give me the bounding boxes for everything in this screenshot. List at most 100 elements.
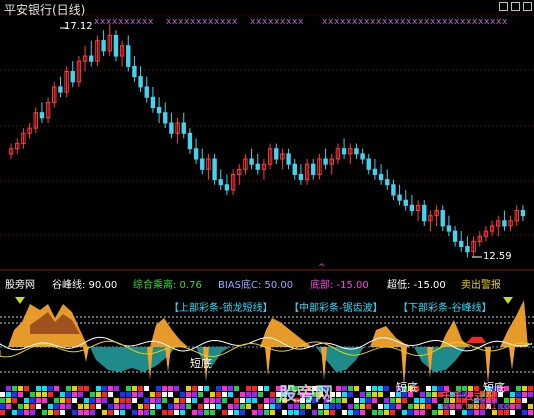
color-bar-cell	[174, 386, 179, 391]
color-bar-cell	[102, 410, 107, 415]
color-bar-cell	[252, 398, 257, 403]
color-bar-cell	[264, 386, 269, 391]
color-bar-cell	[180, 404, 185, 409]
color-bar-cell	[252, 386, 257, 391]
color-bar-cell	[174, 410, 179, 415]
color-bar-cell	[408, 410, 413, 415]
candle-body	[354, 148, 359, 155]
color-bar-cell	[264, 410, 269, 415]
color-bar-cell	[204, 386, 209, 391]
watermark-url: www.tdx001.com	[441, 402, 519, 412]
color-bar-cell	[48, 404, 53, 409]
color-bar-cell	[210, 410, 215, 415]
indicator-label-oversold: 超低: -15.00	[387, 280, 446, 291]
color-bar-cell	[60, 410, 65, 415]
color-bar-cell	[426, 386, 431, 391]
color-bar-cell	[378, 392, 383, 397]
indicator-label-deviation: 综合乘离: 0.76	[133, 280, 202, 291]
color-bar-cell	[420, 398, 425, 403]
color-bar-cell	[234, 398, 239, 403]
green-triangle	[15, 297, 25, 304]
color-bar-cell	[216, 404, 221, 409]
color-bar-cell	[192, 410, 197, 415]
color-bar-cell	[216, 392, 221, 397]
orange-area	[260, 318, 312, 347]
color-bar-cell	[132, 392, 137, 397]
color-bar-cell	[360, 398, 365, 403]
color-bar-cell	[96, 392, 101, 397]
minimize-icon[interactable]	[511, 2, 520, 11]
color-bar-cell	[48, 386, 53, 391]
color-bar-cell	[162, 386, 167, 391]
color-bar-cell	[216, 398, 221, 403]
color-bar-cell	[102, 392, 107, 397]
color-bar-cell	[24, 386, 29, 391]
color-bar-cell	[126, 398, 131, 403]
color-bar-cell	[252, 392, 257, 397]
color-bar-cell	[366, 386, 371, 391]
color-bar-cell	[168, 386, 173, 391]
color-bar-cell	[372, 392, 377, 397]
color-bar-cell	[378, 386, 383, 391]
color-bar-cell	[12, 410, 17, 415]
color-bar-cell	[144, 386, 149, 391]
color-bar-cell	[324, 410, 329, 415]
color-bar-cell	[84, 398, 89, 403]
color-bar-cell	[18, 392, 23, 397]
color-bar-cell	[354, 398, 359, 403]
candle-body	[465, 246, 470, 253]
teal-area	[414, 347, 466, 372]
color-bar-cell	[144, 398, 149, 403]
color-bar-cell	[204, 398, 209, 403]
color-bar-cell	[426, 404, 431, 409]
color-bar-cell	[366, 404, 371, 409]
color-bar-cell	[90, 398, 95, 403]
candle-body	[224, 184, 230, 191]
candle-body	[385, 179, 390, 186]
color-bar-cell	[0, 404, 5, 409]
color-bar-cell	[390, 410, 395, 415]
restore-icon[interactable]	[499, 2, 508, 11]
color-bar-cell	[258, 392, 263, 397]
color-bar-cell	[270, 404, 275, 409]
color-bar-cell	[66, 386, 71, 391]
color-bar-cell	[54, 404, 59, 409]
color-bar-cell	[372, 386, 377, 391]
candle-body	[58, 86, 63, 93]
color-bar-cell	[246, 398, 251, 403]
color-bar-cell	[264, 398, 269, 403]
color-bar-cell	[528, 410, 533, 415]
color-bar-cell	[126, 392, 131, 397]
color-bar-cell	[66, 404, 71, 409]
color-bar-cell	[282, 410, 287, 415]
color-bar-cell	[42, 410, 47, 415]
color-bar-cell	[342, 398, 347, 403]
candle-body	[70, 70, 75, 83]
color-bar-cell	[414, 404, 419, 409]
color-bar-cell	[342, 392, 347, 397]
color-bar-cell	[168, 404, 173, 409]
color-bar-cell	[114, 410, 119, 415]
color-bar-cell	[84, 404, 89, 409]
color-bar-cell	[108, 392, 113, 397]
color-bar-cell	[240, 398, 245, 403]
color-bar-cell	[60, 398, 65, 403]
color-bar-cell	[198, 410, 203, 415]
color-bar-cell	[78, 386, 83, 391]
close-icon[interactable]	[523, 2, 532, 11]
color-bar-cell	[30, 404, 35, 409]
color-bar-cell	[426, 392, 431, 397]
candle-body	[163, 112, 168, 124]
candle-body	[422, 204, 427, 222]
color-bar-cell	[66, 392, 71, 397]
short-bottom-mark: 短底	[190, 357, 212, 370]
color-bar-cell	[162, 392, 167, 397]
color-bar-cell	[420, 392, 425, 397]
color-bar-cell	[360, 392, 365, 397]
color-bar-cell	[72, 398, 77, 403]
color-bar-cell	[78, 410, 83, 415]
color-bar-cell	[84, 386, 89, 391]
color-bar-cell	[234, 410, 239, 415]
color-bar-cell	[138, 392, 143, 397]
color-bar-cell	[186, 386, 191, 391]
